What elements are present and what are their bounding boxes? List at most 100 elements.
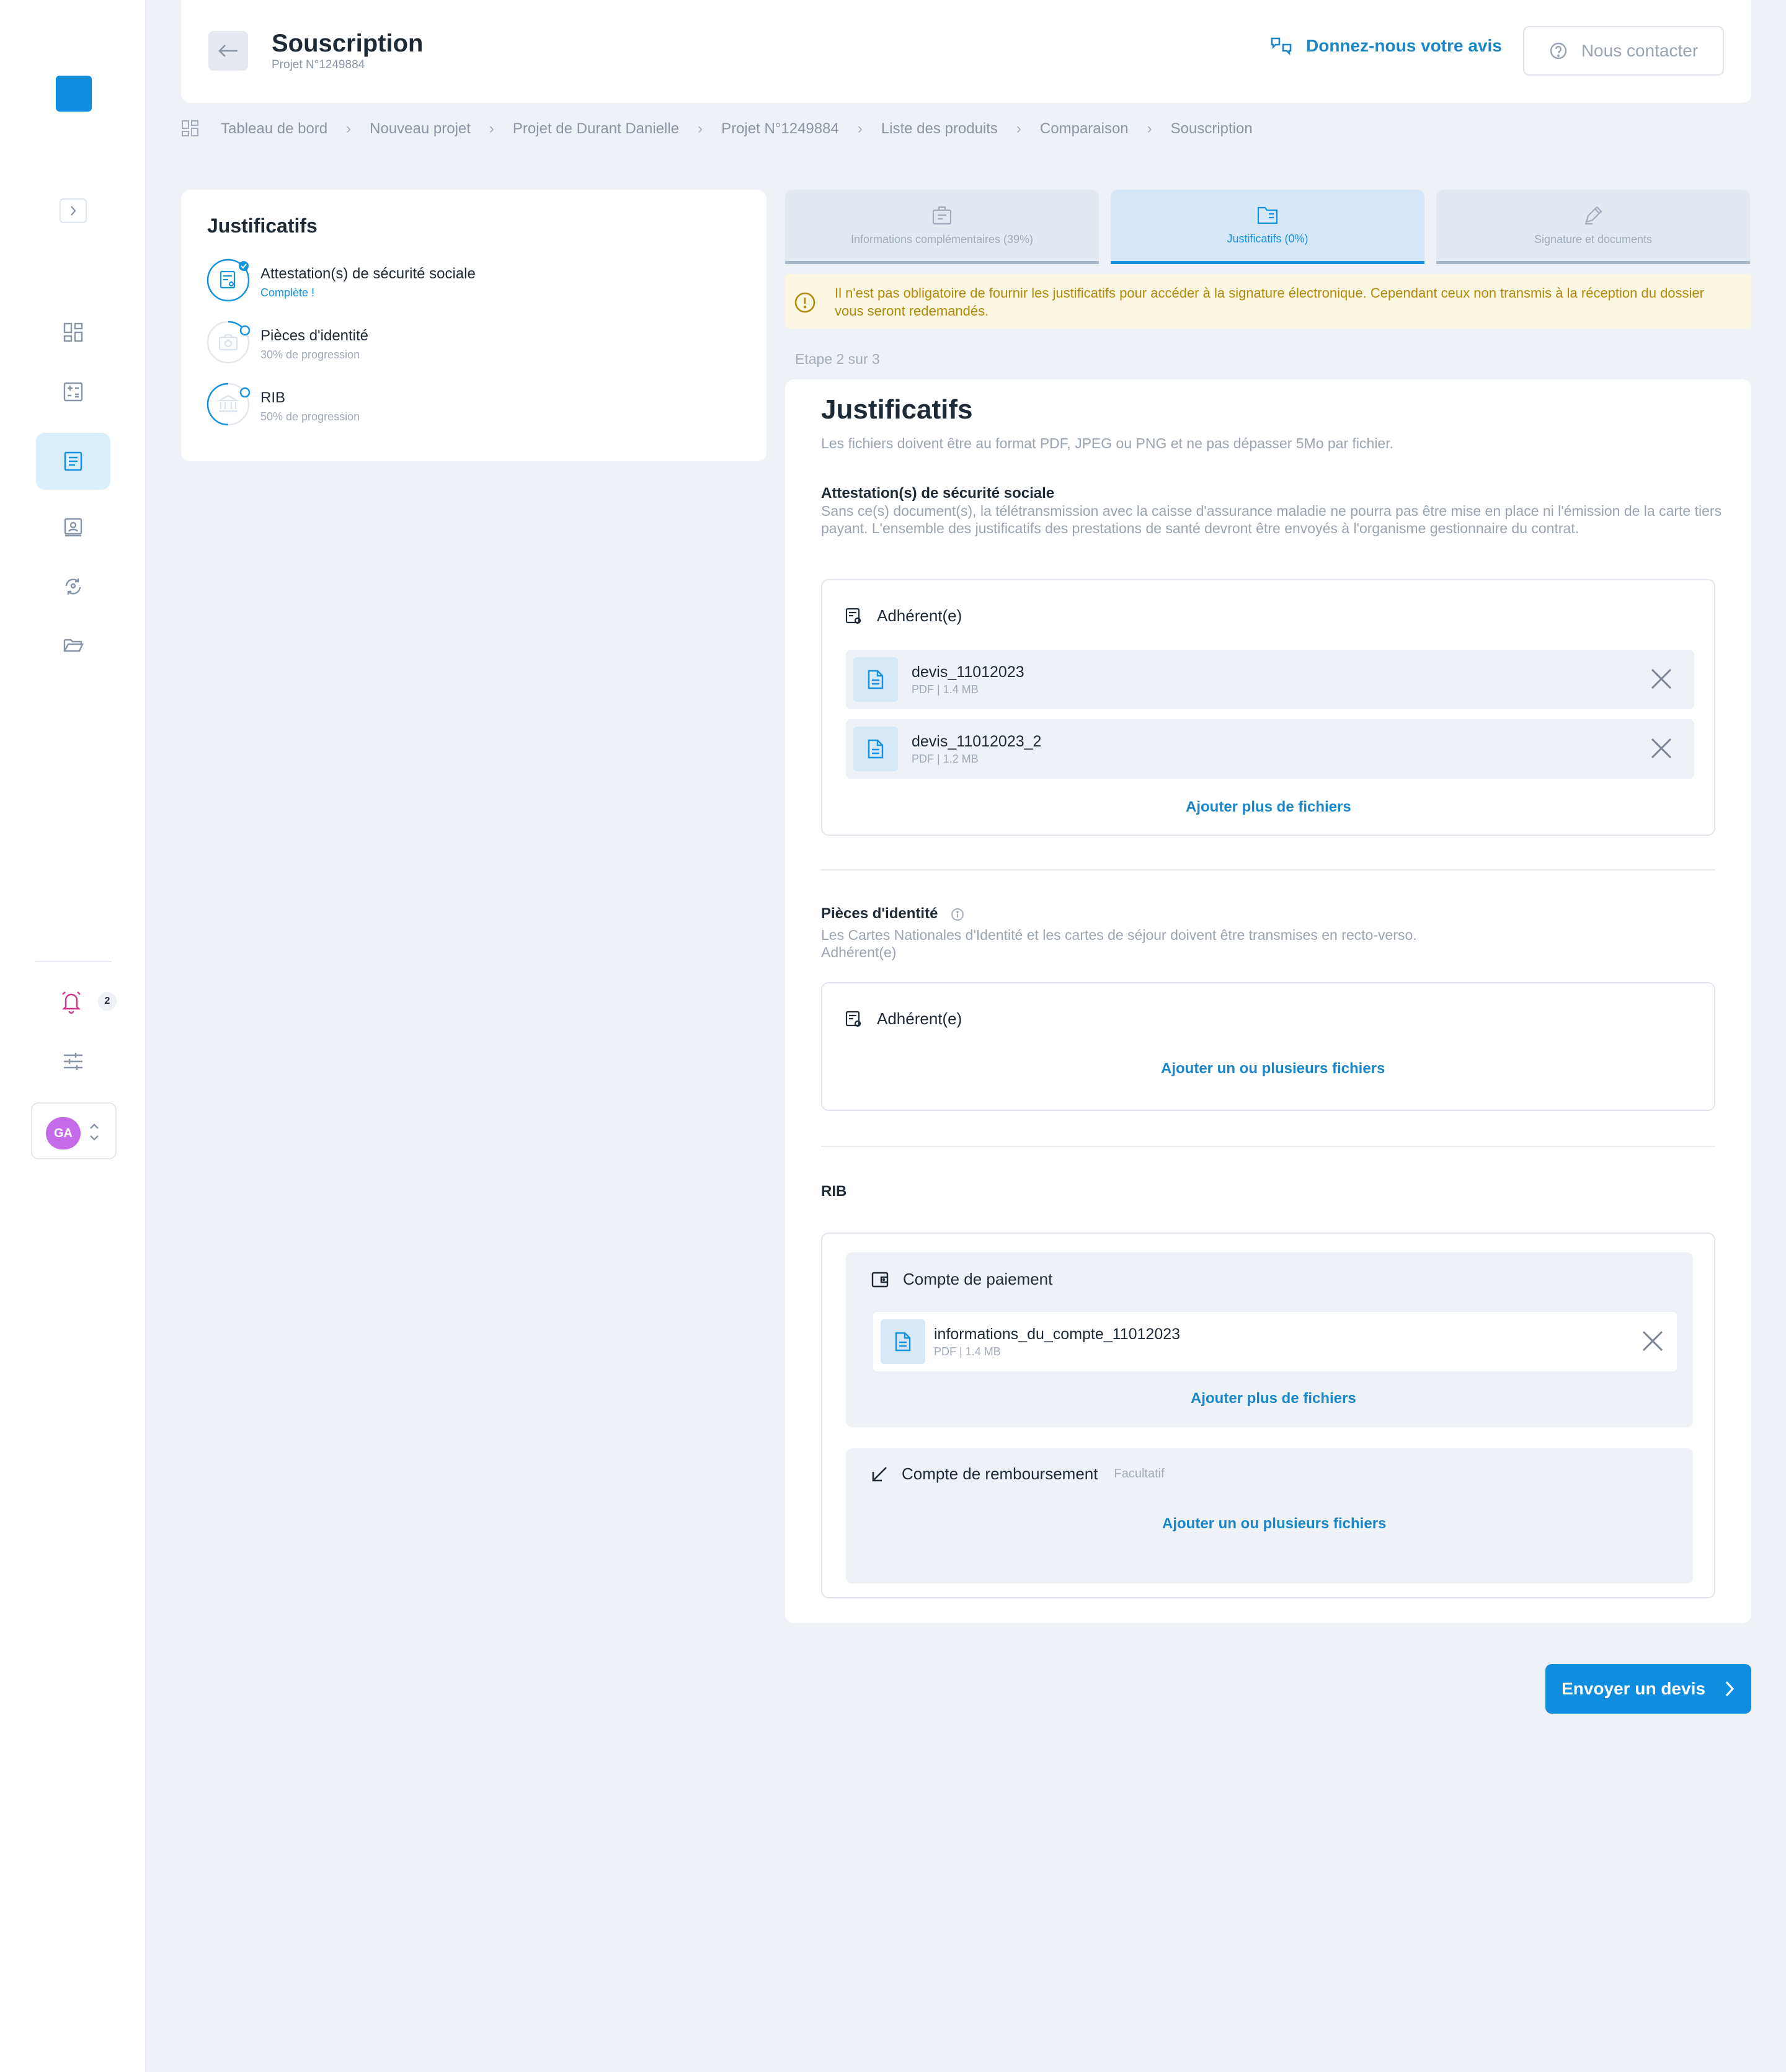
tab-informations[interactable]: Informations complémentaires (39%) bbox=[785, 190, 1099, 264]
folder-document-icon bbox=[1257, 206, 1278, 224]
feedback-icon bbox=[1271, 37, 1292, 56]
file-name: devis_11012023 bbox=[912, 663, 1024, 681]
chevron-right-icon bbox=[71, 206, 76, 216]
uploaded-file: informations_du_compte_11012023 PDF | 1.… bbox=[873, 1312, 1677, 1371]
breadcrumb-item[interactable]: Projet N°1249884 bbox=[721, 120, 839, 138]
step-label: Attestation(s) de sécurité sociale bbox=[260, 265, 476, 282]
progress-step-securite-sociale[interactable]: Attestation(s) de sécurité sociale Compl… bbox=[206, 258, 476, 303]
compte-remboursement-panel: Compte de remboursement Facultatif Ajout… bbox=[846, 1448, 1693, 1583]
file-name: devis_11012023_2 bbox=[912, 733, 1042, 750]
progress-step-rib[interactable]: RIB 50% de progression bbox=[206, 382, 360, 427]
file-meta: PDF | 1.2 MB bbox=[912, 753, 979, 765]
close-icon[interactable] bbox=[1641, 1329, 1664, 1353]
send-quote-button[interactable]: Envoyer un devis bbox=[1545, 1664, 1751, 1714]
nav-folders[interactable] bbox=[36, 616, 110, 673]
tab-label: Informations complémentaires (39%) bbox=[850, 233, 1034, 246]
project-number: Projet N°1249884 bbox=[272, 58, 365, 71]
contact-card-icon bbox=[64, 518, 82, 537]
help-circle-icon bbox=[1550, 42, 1567, 60]
progress-step-identite[interactable]: Pièces d'identité 30% de progression bbox=[206, 320, 368, 365]
identite-title-text: Pièces d'identité bbox=[821, 905, 938, 922]
breadcrumb-item[interactable]: Projet de Durant Danielle bbox=[513, 120, 679, 138]
close-icon[interactable] bbox=[1650, 737, 1673, 760]
page-header: Souscription Projet N°1249884 Donnez-nou… bbox=[181, 0, 1751, 103]
arrow-down-left-icon bbox=[872, 1466, 887, 1481]
feedback-link[interactable]: Donnez-nous votre avis bbox=[1270, 36, 1502, 56]
add-more-files-link[interactable]: Ajouter plus de fichiers bbox=[1191, 1390, 1356, 1407]
chevron-right-icon: › bbox=[1016, 120, 1021, 137]
tab-justificatifs[interactable]: Justificatifs (0%) bbox=[1111, 190, 1424, 264]
add-files-link[interactable]: Ajouter un ou plusieurs fichiers bbox=[1161, 1060, 1385, 1078]
expand-sidebar-button[interactable] bbox=[60, 198, 87, 223]
breadcrumb-item[interactable]: Nouveau projet bbox=[370, 120, 471, 138]
sidebar: 2 GA bbox=[0, 0, 146, 2072]
file-meta: PDF | 1.4 MB bbox=[912, 683, 979, 696]
contact-button[interactable]: Nous contacter bbox=[1523, 26, 1724, 76]
upload-box-label: Adhérent(e) bbox=[877, 606, 962, 625]
app-logo[interactable] bbox=[56, 76, 92, 112]
compte-paiement-panel: Compte de paiement informations_du_compt… bbox=[846, 1252, 1693, 1427]
nav-projects[interactable] bbox=[36, 433, 110, 490]
step-status: Complète ! bbox=[260, 286, 315, 299]
add-files-link[interactable]: Ajouter un ou plusieurs fichiers bbox=[1162, 1515, 1386, 1533]
arrow-left-icon bbox=[218, 45, 238, 57]
nav-settings[interactable] bbox=[36, 1033, 110, 1090]
signature-pen-icon bbox=[1585, 206, 1602, 225]
tab-signature[interactable]: Signature et documents bbox=[1436, 190, 1750, 264]
securite-sociale-title: Attestation(s) de sécurité sociale bbox=[821, 485, 1055, 502]
chevron-right-icon: › bbox=[857, 120, 863, 137]
breadcrumb: Tableau de bord › Nouveau projet › Proje… bbox=[181, 118, 1253, 140]
notifications-button[interactable]: 2 bbox=[60, 987, 122, 1014]
close-icon[interactable] bbox=[1650, 667, 1673, 691]
nav-dashboard[interactable] bbox=[36, 304, 110, 361]
dashboard-icon bbox=[63, 322, 83, 342]
pdf-file-icon bbox=[853, 727, 898, 771]
compte-paiement-label: Compte de paiement bbox=[903, 1270, 1053, 1288]
optional-tag: Facultatif bbox=[1114, 1467, 1165, 1481]
progress-ring bbox=[206, 320, 251, 365]
pdf-file-icon bbox=[881, 1319, 925, 1364]
tab-label: Justificatifs (0%) bbox=[1227, 232, 1308, 245]
id-document-icon bbox=[220, 270, 236, 289]
chevron-right-icon: › bbox=[489, 120, 494, 137]
camera-icon bbox=[218, 334, 238, 351]
breadcrumb-item[interactable]: Tableau de bord bbox=[221, 120, 327, 138]
progress-ring bbox=[206, 258, 251, 303]
briefcase-icon bbox=[932, 206, 952, 225]
breadcrumb-item[interactable]: Comparaison bbox=[1040, 120, 1129, 138]
step-label: Pièces d'identité bbox=[260, 327, 369, 344]
nav-contacts[interactable] bbox=[36, 498, 110, 556]
id-document-icon bbox=[845, 1011, 861, 1027]
contact-label: Nous contacter bbox=[1581, 41, 1699, 60]
nav-calculator[interactable] bbox=[36, 363, 110, 420]
chevron-right-icon: › bbox=[698, 120, 703, 137]
file-meta: PDF | 1.4 MB bbox=[934, 1345, 1001, 1358]
identite-description: Les Cartes Nationales d'Identité et les … bbox=[821, 927, 1417, 943]
bell-icon bbox=[62, 991, 81, 1014]
compte-remboursement-label: Compte de remboursement bbox=[902, 1464, 1098, 1483]
add-more-files-link[interactable]: Ajouter plus de fichiers bbox=[1186, 799, 1351, 816]
step-status: 50% de progression bbox=[260, 410, 360, 423]
user-switcher[interactable]: GA bbox=[31, 1102, 117, 1159]
section-divider bbox=[821, 869, 1715, 870]
rib-upload-box: Compte de paiement informations_du_compt… bbox=[821, 1233, 1715, 1598]
bank-icon bbox=[216, 394, 240, 412]
step-counter: Etape 2 sur 3 bbox=[795, 351, 880, 367]
warning-circle-icon bbox=[794, 292, 815, 313]
securite-sociale-upload-box: Adhérent(e) devis_11012023 PDF | 1.4 MB … bbox=[821, 579, 1715, 836]
back-button[interactable] bbox=[208, 31, 248, 71]
rib-title: RIB bbox=[821, 1183, 847, 1200]
info-alert: Il n'est pas obligatoire de fournir les … bbox=[785, 274, 1751, 329]
breadcrumb-item[interactable]: Liste des produits bbox=[881, 120, 998, 138]
notification-count-badge: 2 bbox=[98, 992, 117, 1011]
identite-holder: Adhérent(e) bbox=[821, 944, 897, 960]
section-divider bbox=[821, 1146, 1715, 1147]
sidebar-divider bbox=[35, 961, 112, 962]
info-icon[interactable] bbox=[951, 908, 964, 921]
upload-box-header: Adhérent(e) bbox=[845, 1009, 962, 1029]
securite-sociale-description: Sans ce(s) document(s), la télétransmiss… bbox=[821, 503, 1722, 536]
step-label: RIB bbox=[260, 389, 286, 406]
feedback-label: Donnez-nous votre avis bbox=[1306, 36, 1502, 55]
upload-box-label: Adhérent(e) bbox=[877, 1009, 962, 1028]
nav-renewal[interactable] bbox=[36, 558, 110, 615]
